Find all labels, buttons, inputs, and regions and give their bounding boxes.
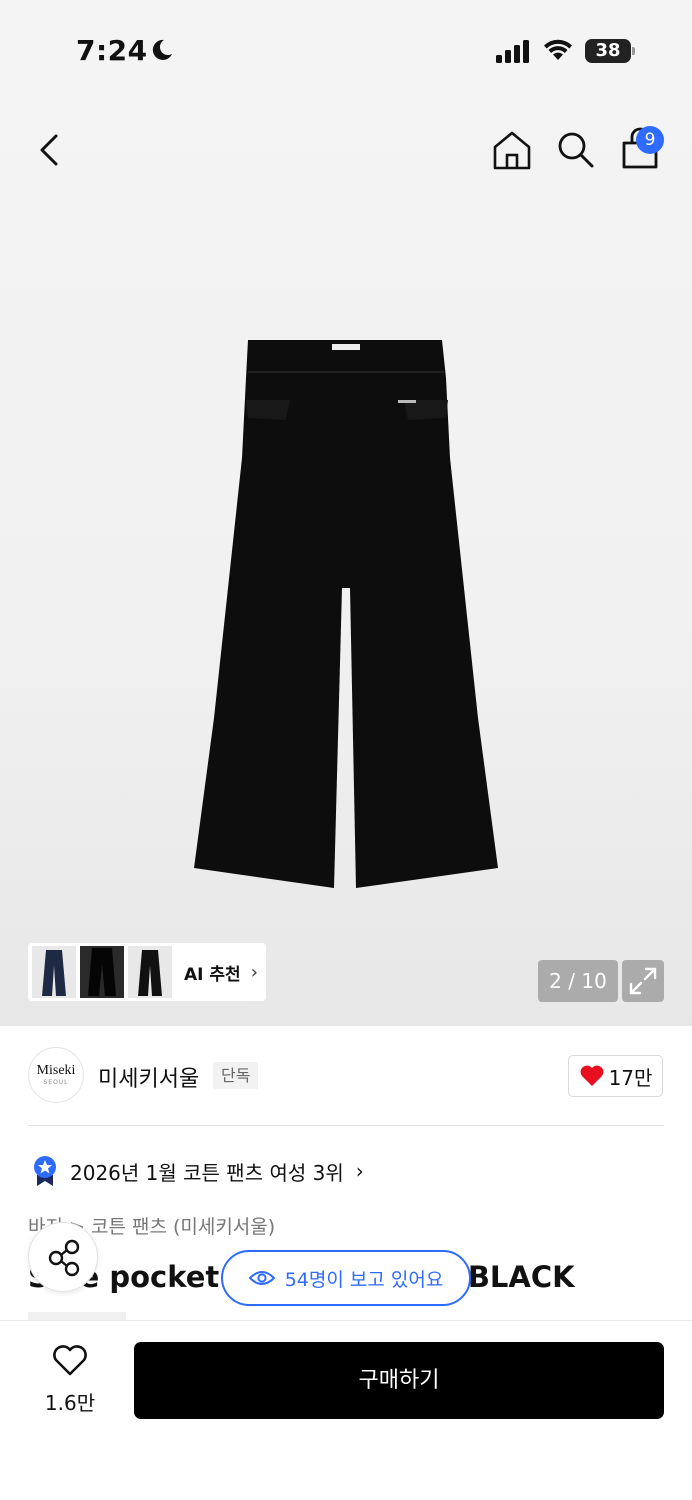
- product-image: [194, 340, 498, 888]
- cart-count-badge: 9: [636, 126, 664, 154]
- divider: [28, 1125, 664, 1126]
- status-time: 7:24: [76, 34, 148, 67]
- expand-icon[interactable]: [622, 960, 664, 1002]
- brand-logo[interactable]: Miseki SEOUL: [28, 1047, 84, 1103]
- recommend-thumbnail[interactable]: [128, 946, 172, 998]
- battery-nub: [632, 47, 635, 55]
- viewers-count-pill: 54명이 보고 있어요: [221, 1250, 471, 1306]
- wishlist-button[interactable]: 1.6만: [36, 1345, 104, 1416]
- status-bar: 7:24 38: [0, 0, 692, 100]
- battery-indicator: 38: [585, 39, 631, 63]
- moon-icon: [152, 39, 172, 60]
- brand-logo-sub: SEOUL: [43, 1079, 69, 1086]
- home-icon[interactable]: [491, 129, 533, 171]
- search-icon[interactable]: [556, 129, 596, 171]
- buy-button[interactable]: 구매하기: [134, 1342, 664, 1419]
- chevron-right-icon: ›: [355, 1159, 364, 1183]
- heart-outline-icon: [53, 1345, 87, 1376]
- recommend-thumbnail[interactable]: [32, 946, 76, 998]
- chevron-right-icon: ›: [250, 961, 258, 983]
- wishlist-count: 1.6만: [44, 1391, 96, 1415]
- ai-recommend-strip[interactable]: AI 추천 ›: [28, 943, 266, 1001]
- heart-filled-icon: [580, 1065, 603, 1086]
- image-counter: 2 / 10: [538, 960, 618, 1002]
- back-icon[interactable]: [30, 128, 70, 172]
- ranking-text: 2026년 1월 코튼 팬츠 여성 3위: [70, 1160, 344, 1185]
- share-icon: [48, 1239, 80, 1277]
- ranking-link[interactable]: 2026년 1월 코튼 팬츠 여성 3위 ›: [32, 1155, 364, 1187]
- cellular-signal-icon: [496, 40, 529, 63]
- brand-logo-text: Miseki: [36, 1063, 76, 1078]
- brand-like-button[interactable]: 17만: [568, 1055, 663, 1097]
- share-button[interactable]: [28, 1222, 98, 1292]
- brand-like-count: 17만: [608, 1065, 653, 1090]
- exclusive-badge: 단독: [213, 1062, 259, 1089]
- recommend-thumbnail[interactable]: [80, 946, 124, 998]
- viewers-text: 54명이 보고 있어요: [284, 1268, 444, 1291]
- eye-icon: [248, 1271, 275, 1285]
- brand-name[interactable]: 미세키서울: [98, 1061, 199, 1093]
- ranking-medal-icon: [34, 1156, 56, 1186]
- wifi-icon: [544, 39, 572, 60]
- ai-recommend-label: AI 추천: [184, 964, 241, 985]
